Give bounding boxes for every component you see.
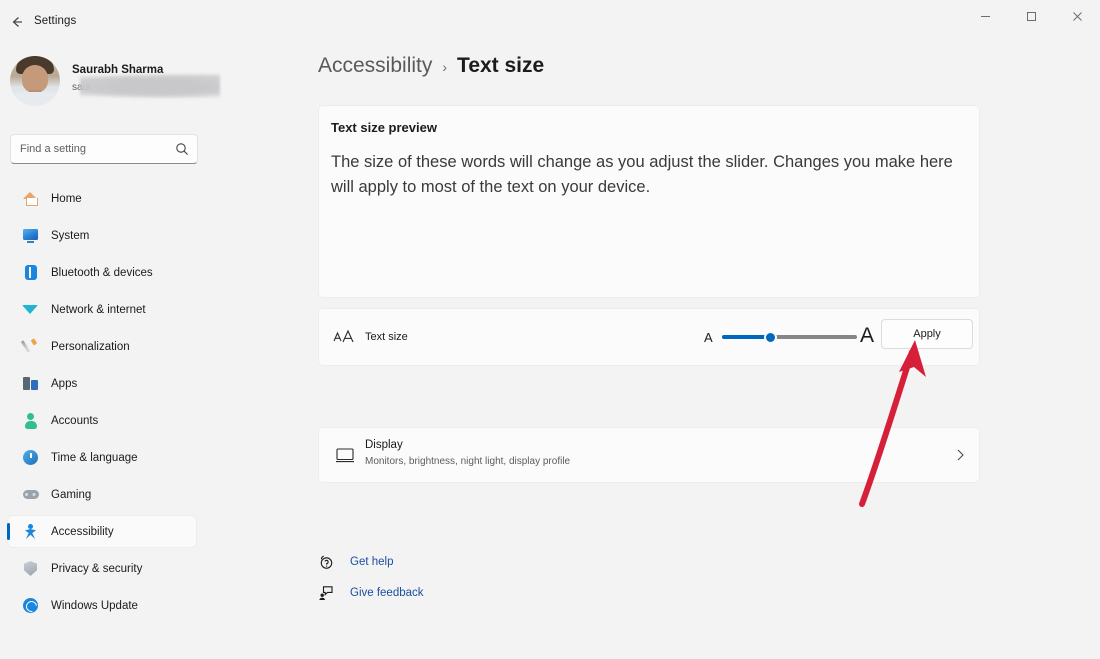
network-icon <box>22 301 39 318</box>
monitor-icon <box>335 446 355 464</box>
search-icon <box>175 142 189 156</box>
sidebar-item-bluetooth-devices[interactable]: Bluetooth & devices <box>8 257 196 288</box>
apply-button[interactable]: Apply <box>881 319 973 349</box>
sidebar-item-time-language[interactable]: Time & language <box>8 442 196 473</box>
sidebar-item-label: Personalization <box>51 341 130 353</box>
chevron-right-icon: › <box>442 59 447 75</box>
give-feedback-link[interactable]: Give feedback <box>318 585 424 601</box>
sidebar-item-windows-update[interactable]: Windows Update <box>8 590 196 621</box>
user-profile[interactable]: Saurabh Sharma saur <box>10 56 210 112</box>
back-arrow-icon[interactable] <box>8 13 26 31</box>
minimize-icon[interactable] <box>962 0 1008 32</box>
preview-body-text: The size of these words will change as y… <box>331 150 971 200</box>
sidebar-item-gaming[interactable]: Gaming <box>8 479 196 510</box>
slider-track[interactable] <box>722 335 857 339</box>
slider-max-label: A <box>860 323 874 349</box>
main-content: Accessibility › Text size Text size prev… <box>210 34 1100 659</box>
update-icon <box>22 597 39 614</box>
text-size-icon <box>333 328 355 346</box>
sidebar-item-label: Time & language <box>51 452 138 464</box>
related-setting-subtitle: Monitors, brightness, night light, displ… <box>365 456 570 467</box>
sidebar-item-label: Gaming <box>51 489 91 501</box>
avatar <box>10 56 60 106</box>
sidebar-item-accessibility[interactable]: Accessibility <box>8 516 196 547</box>
breadcrumb: Accessibility › Text size <box>318 54 544 78</box>
sidebar-item-label: Home <box>51 193 82 205</box>
clock-icon <box>22 449 39 466</box>
accessibility-icon <box>22 523 39 540</box>
title-bar: Settings <box>0 0 1100 34</box>
sidebar-item-label: Windows Update <box>51 600 138 612</box>
search-box[interactable] <box>10 134 198 164</box>
shield-icon <box>22 560 39 577</box>
search-input[interactable] <box>20 135 170 163</box>
sidebar-nav: Home System Bluetooth & devices Network … <box>0 183 210 627</box>
sidebar-item-privacy-security[interactable]: Privacy & security <box>8 553 196 584</box>
sidebar-item-label: Network & internet <box>51 304 146 316</box>
breadcrumb-parent[interactable]: Accessibility <box>318 54 432 78</box>
app-title: Settings <box>34 15 76 27</box>
close-icon[interactable] <box>1054 0 1100 32</box>
text-size-label: Text size <box>365 331 408 343</box>
sidebar-item-home[interactable]: Home <box>8 183 196 214</box>
sidebar-item-apps[interactable]: Apps <box>8 368 196 399</box>
slider-thumb[interactable] <box>764 331 777 344</box>
preview-title: Text size preview <box>331 120 437 135</box>
system-icon <box>22 227 39 244</box>
sidebar-item-label: Accounts <box>51 415 98 427</box>
home-icon <box>22 190 39 207</box>
sidebar-item-label: Apps <box>51 378 77 390</box>
chevron-right-icon <box>955 448 965 462</box>
sidebar-item-personalization[interactable]: Personalization <box>8 331 196 362</box>
apps-icon <box>22 375 39 392</box>
sidebar: Saurabh Sharma saur Home System <box>0 34 210 659</box>
maximize-icon[interactable] <box>1008 0 1054 32</box>
window-controls <box>962 0 1100 32</box>
paintbrush-icon <box>22 338 39 355</box>
feedback-icon <box>318 585 334 601</box>
page-title: Text size <box>457 54 544 78</box>
text-size-setting-row: Text size A A Apply <box>318 308 980 366</box>
sidebar-item-label: Accessibility <box>51 526 114 538</box>
sidebar-item-label: Bluetooth & devices <box>51 267 153 279</box>
sidebar-item-label: Privacy & security <box>51 563 142 575</box>
slider-min-label: A <box>704 330 713 345</box>
bluetooth-icon <box>22 264 39 281</box>
get-help-label: Get help <box>350 556 393 568</box>
account-icon <box>22 412 39 429</box>
related-setting-title: Display <box>365 439 403 451</box>
gamepad-icon <box>22 486 39 503</box>
text-size-preview-card: Text size preview The size of these word… <box>318 105 980 298</box>
sidebar-item-accounts[interactable]: Accounts <box>8 405 196 436</box>
settings-window: Settings Saurabh Sharma saur <box>0 0 1100 659</box>
related-setting-display[interactable]: Display Monitors, brightness, night ligh… <box>318 427 980 483</box>
help-icon <box>318 554 334 570</box>
sidebar-item-label: System <box>51 230 89 242</box>
sidebar-item-network-internet[interactable]: Network & internet <box>8 294 196 325</box>
get-help-link[interactable]: Get help <box>318 554 393 570</box>
text-size-slider[interactable]: A A <box>704 323 874 353</box>
give-feedback-label: Give feedback <box>350 587 424 599</box>
sidebar-item-system[interactable]: System <box>8 220 196 251</box>
redacted-email-overlay <box>80 74 220 98</box>
